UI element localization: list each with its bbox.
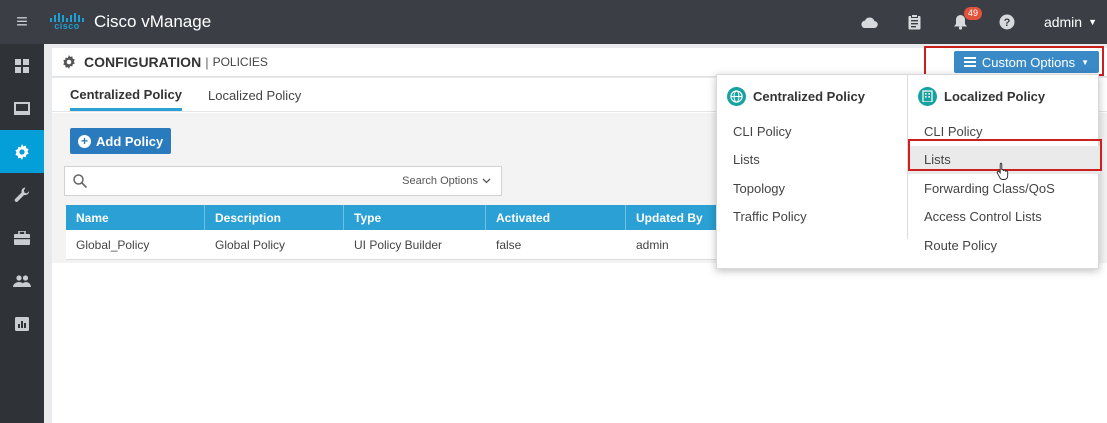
search-input[interactable] [93,168,403,194]
menu-item-centralized-cli-policy[interactable]: CLI Policy [717,117,907,146]
menu-item-topology[interactable]: Topology [717,174,907,203]
cell-description: Global Policy [215,237,286,252]
page-header: CONFIGURATION | POLICIES Custom Options … [52,48,1107,77]
cell-name: Global_Policy [76,237,150,252]
top-bar: ≡ cisco Cisco vManage 49 ? admin ▼ [0,0,1107,44]
centralized-policy-column: Centralized Policy CLI Policy Lists Topo… [717,75,907,270]
menu-item-localized-lists[interactable]: Lists [908,145,1100,174]
globe-icon [727,86,746,106]
search-options-dropdown[interactable]: Search Options [402,175,501,187]
search-icon [73,174,87,188]
monitor-icon[interactable] [0,87,44,130]
menu-item-forwarding-class-qos[interactable]: Forwarding Class/QoS [908,174,1100,203]
table-row[interactable]: Global_Policy Global Policy UI Policy Bu… [66,230,766,260]
column-header-description[interactable]: Description [205,205,344,230]
cell-type: UI Policy Builder [354,237,443,252]
menu-item-access-control-lists[interactable]: Access Control Lists [908,203,1100,232]
add-policy-button[interactable]: + Add Policy [70,128,172,154]
search-box: Search Options [64,166,502,196]
help-icon[interactable]: ? [984,0,1030,44]
column-header-activated[interactable]: Activated [486,205,626,230]
cloud-icon[interactable] [846,0,892,44]
wrench-icon[interactable] [0,173,44,216]
bell-icon[interactable]: 49 [938,0,984,44]
caret-down-icon: ▼ [1088,17,1097,27]
user-name: admin [1043,14,1083,30]
menu-item-centralized-lists[interactable]: Lists [717,146,907,175]
breadcrumb-separator: | [205,54,209,70]
custom-options-label: Custom Options [981,54,1076,70]
side-nav [0,44,44,423]
localized-policy-title: Localized Policy [944,88,1046,104]
table-header: Name Description Type Activated Updated … [66,205,766,230]
svg-text:?: ? [1004,17,1011,29]
menu-item-route-policy[interactable]: Route Policy [908,231,1100,260]
clipboard-icon[interactable] [892,0,938,44]
menu-item-traffic-policy[interactable]: Traffic Policy [717,203,907,232]
users-icon[interactable] [0,259,44,302]
localized-policy-heading: Localized Policy [908,75,1100,117]
chevron-down-icon [482,175,491,187]
centralized-policy-title: Centralized Policy [753,88,865,104]
page-section-title: CONFIGURATION [84,54,202,70]
brand: cisco Cisco vManage [50,12,211,32]
dashboard-icon[interactable] [0,44,44,87]
list-icon [963,57,976,67]
custom-options-menu: Centralized Policy CLI Policy Lists Topo… [716,74,1100,270]
briefcase-icon[interactable] [0,216,44,259]
custom-options-button[interactable]: Custom Options ▼ [953,51,1099,73]
centralized-policy-heading: Centralized Policy [717,75,907,117]
policy-table: Name Description Type Activated Updated … [66,205,766,260]
user-menu[interactable]: admin ▼ [1030,14,1107,30]
tab-centralized-policy[interactable]: Centralized Policy [70,87,182,111]
page-title: POLICIES [212,55,268,69]
tab-localized-policy[interactable]: Localized Policy [208,88,301,111]
app-title: Cisco vManage [94,12,212,31]
building-icon [918,86,937,106]
add-policy-label: Add Policy [96,133,164,149]
gear-icon [62,55,76,69]
notification-badge: 49 [963,7,982,20]
menu-item-localized-cli-policy[interactable]: CLI Policy [908,117,1100,146]
menu-icon[interactable]: ≡ [0,0,44,44]
plus-circle-icon: + [78,134,91,148]
caret-down-icon: ▼ [1081,57,1089,67]
column-header-name[interactable]: Name [66,205,205,230]
column-header-type[interactable]: Type [344,205,486,230]
search-options-label: Search Options [402,175,478,187]
localized-policy-column: Localized Policy CLI Policy Lists Forwar… [907,75,1100,253]
reports-icon[interactable] [0,302,44,345]
cisco-logo: cisco [50,13,84,31]
cell-activated: false [496,237,522,252]
configuration-gear-icon[interactable] [0,130,44,173]
